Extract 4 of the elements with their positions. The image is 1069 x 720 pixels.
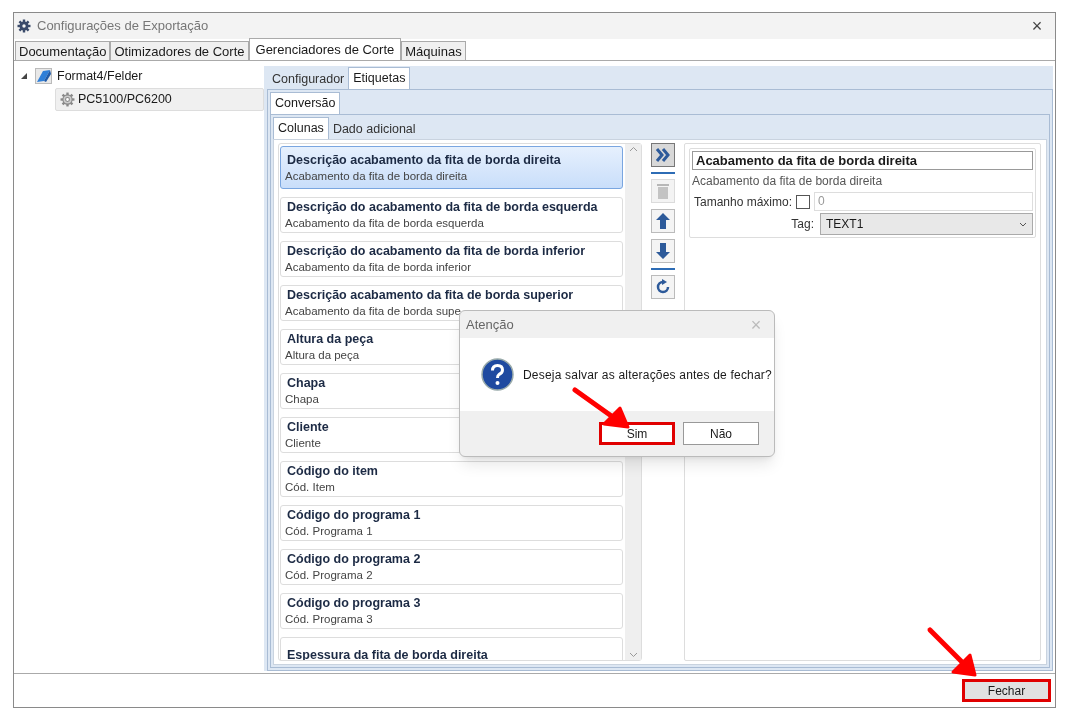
window-title: Configurações de Exportação [37, 17, 209, 36]
description-text: Acabamento da fita de borda direita [692, 173, 884, 190]
max-size-label: Tamanho máximo: [694, 193, 793, 211]
tag-label: Tag: [791, 216, 814, 233]
